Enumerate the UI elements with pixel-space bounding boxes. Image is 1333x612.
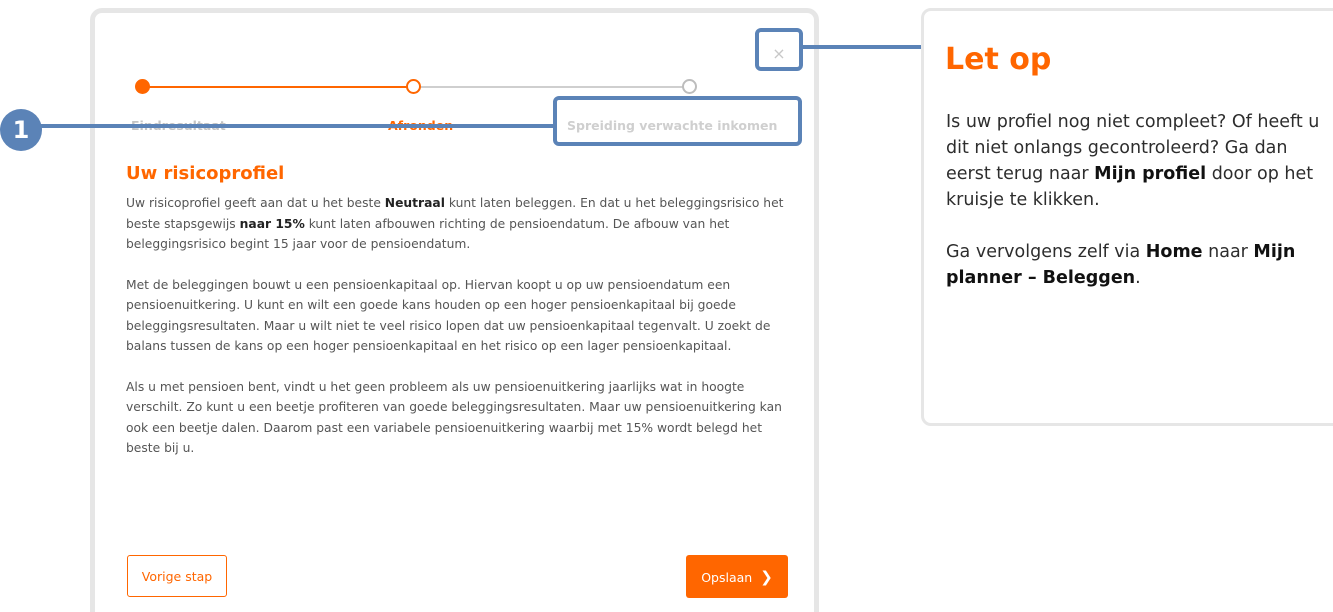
annotation-number-badge: 1 (0, 109, 42, 151)
stepper-line-upcoming (413, 86, 689, 88)
step-dot-eindresultaat[interactable] (135, 79, 150, 94)
step-dot-spreiding (682, 79, 697, 94)
close-connector-line (803, 45, 926, 49)
let-op-callout: Let op Is uw profiel nog niet compleet? … (921, 8, 1333, 426)
risk-profile-title: Uw risicoprofiel (126, 163, 285, 184)
paragraph-2: Met de beleggingen bouwt u een pensioenk… (126, 277, 771, 354)
paragraph-3: Als u met pensioen bent, vindt u het gee… (126, 379, 782, 456)
step3-highlight-box (553, 96, 802, 146)
callout-paragraph-1: Is uw profiel nog niet compleet? Of heef… (946, 112, 1320, 210)
risk-profile-text: Uw risicoprofiel geeft aan dat u het bes… (126, 193, 791, 479)
save-button[interactable]: Opslaan ❯ (686, 555, 788, 598)
step3-connector-line (38, 124, 553, 128)
callout-title: Let op (945, 42, 1052, 77)
stepper-line-completed (143, 86, 413, 88)
close-highlight-box (755, 28, 803, 71)
chevron-right-icon: ❯ (760, 567, 773, 586)
callout-paragraph-2: Ga vervolgens zelf via Home naar Mijn pl… (946, 242, 1296, 288)
callout-text: Is uw profiel nog niet compleet? Of heef… (946, 109, 1333, 317)
step-dot-afronden (406, 79, 421, 94)
previous-step-button[interactable]: Vorige stap (127, 555, 227, 597)
save-label: Opslaan (701, 569, 753, 585)
paragraph-1: Uw risicoprofiel geeft aan dat u het bes… (126, 196, 784, 251)
